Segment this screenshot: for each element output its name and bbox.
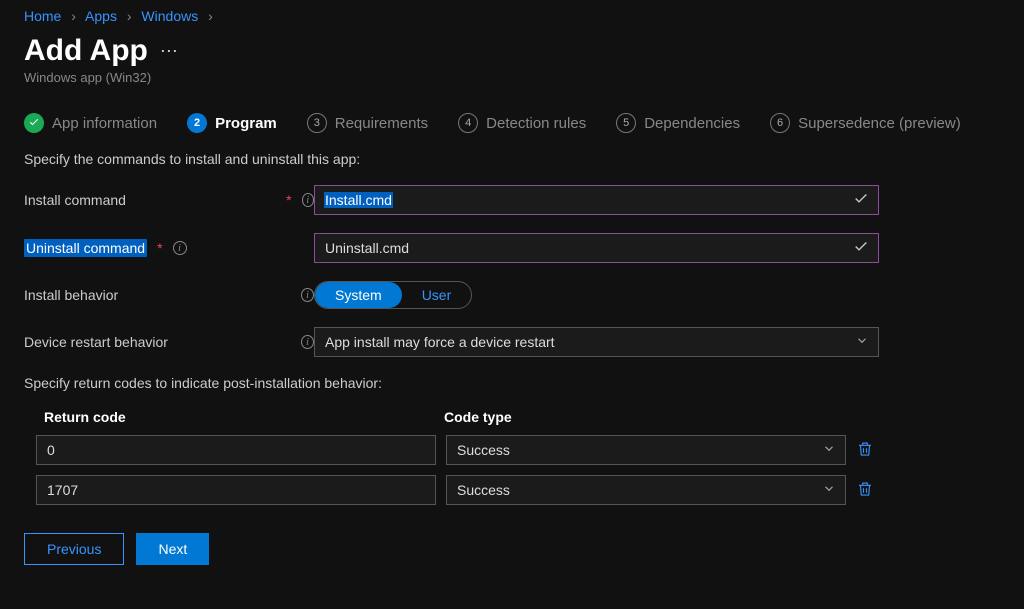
step-number-icon: 5 [616, 113, 636, 133]
tab-label: Program [215, 115, 277, 132]
install-command-field[interactable]: Install.cmd [314, 185, 879, 215]
tab-label: Requirements [335, 115, 428, 132]
table-row: Success [24, 435, 1000, 465]
install-behavior-label: Install behavior [24, 287, 291, 303]
tab-label: Dependencies [644, 115, 740, 132]
tab-label: Detection rules [486, 115, 586, 132]
breadcrumb-windows[interactable]: Windows [141, 8, 198, 24]
page-title: Add App [24, 34, 148, 68]
device-restart-select[interactable]: App install may force a device restart [314, 327, 879, 357]
return-code-header: Return code [44, 409, 444, 425]
breadcrumb-apps[interactable]: Apps [85, 8, 117, 24]
code-type-header: Code type [444, 409, 844, 425]
chevron-right-icon: › [71, 8, 76, 24]
next-button[interactable]: Next [136, 533, 209, 565]
info-icon[interactable]: i [301, 335, 314, 349]
return-code-input[interactable] [36, 475, 436, 505]
uninstall-command-label: Uninstall command [24, 239, 147, 257]
chevron-right-icon: › [208, 8, 213, 24]
tab-program[interactable]: 2 Program [187, 113, 277, 133]
tab-detection-rules[interactable]: 4 Detection rules [458, 113, 586, 133]
code-type-select[interactable]: Success [446, 475, 846, 505]
return-codes-instruction: Specify return codes to indicate post-in… [24, 375, 1000, 391]
wizard-footer: Previous Next [24, 533, 1000, 565]
return-code-input[interactable] [36, 435, 436, 465]
table-row: Success [24, 475, 1000, 505]
info-icon[interactable]: i [302, 193, 314, 207]
info-icon[interactable]: i [173, 241, 187, 255]
step-number-icon: 3 [307, 113, 327, 133]
step-number-icon: 2 [187, 113, 207, 133]
device-restart-label: Device restart behavior [24, 334, 291, 350]
breadcrumb: Home › Apps › Windows › [24, 8, 1000, 24]
tab-dependencies[interactable]: 5 Dependencies [616, 113, 740, 133]
step-number-icon: 4 [458, 113, 478, 133]
tab-label: Supersedence (preview) [798, 115, 961, 132]
check-icon [24, 113, 44, 133]
step-number-icon: 6 [770, 113, 790, 133]
chevron-right-icon: › [127, 8, 132, 24]
check-icon [853, 239, 869, 258]
tab-supersedence[interactable]: 6 Supersedence (preview) [770, 113, 961, 133]
previous-button[interactable]: Previous [24, 533, 124, 565]
required-icon: * [157, 240, 162, 256]
breadcrumb-home[interactable]: Home [24, 8, 61, 24]
install-command-label: Install command [24, 192, 276, 208]
trash-icon[interactable] [856, 440, 874, 461]
check-icon [853, 191, 869, 210]
more-icon[interactable]: ⋯ [160, 41, 178, 62]
instruction-text: Specify the commands to install and unin… [24, 151, 1000, 167]
install-behavior-user[interactable]: User [402, 282, 472, 308]
install-behavior-toggle: System User [314, 281, 472, 309]
page-subtitle: Windows app (Win32) [24, 70, 1000, 85]
uninstall-command-field[interactable] [314, 233, 879, 263]
required-icon: * [286, 192, 291, 208]
return-codes-header: Return code Code type [24, 409, 1000, 425]
tab-requirements[interactable]: 3 Requirements [307, 113, 428, 133]
install-behavior-system[interactable]: System [315, 282, 402, 308]
tab-label: App information [52, 115, 157, 132]
code-type-select[interactable]: Success [446, 435, 846, 465]
trash-icon[interactable] [856, 480, 874, 501]
wizard-tabs: App information 2 Program 3 Requirements… [24, 113, 1000, 133]
info-icon[interactable]: i [301, 288, 314, 302]
tab-app-information[interactable]: App information [24, 113, 157, 133]
